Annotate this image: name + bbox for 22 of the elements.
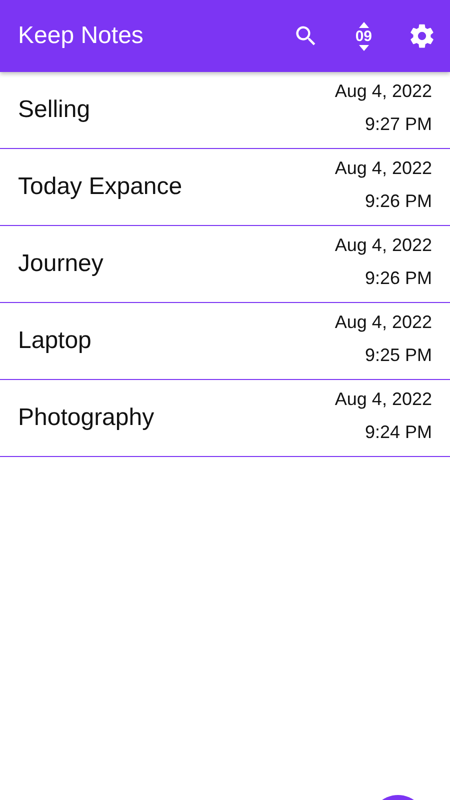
note-time: 9:26 PM [364, 268, 432, 289]
note-date: Aug 4, 2022 [334, 81, 432, 102]
note-item[interactable]: Laptop Aug 4, 2022 9:25 PM [0, 303, 450, 380]
note-item[interactable]: Photography Aug 4, 2022 9:24 PM [0, 380, 450, 457]
note-title: Laptop [18, 327, 92, 355]
note-time: 9:24 PM [364, 422, 432, 443]
note-title: Journey [18, 250, 104, 278]
note-title: Photography [18, 404, 154, 432]
note-date: Aug 4, 2022 [334, 312, 432, 333]
note-title: Selling [18, 96, 90, 124]
note-time: 9:26 PM [364, 191, 432, 212]
note-date: Aug 4, 2022 [334, 235, 432, 256]
note-time: 9:25 PM [364, 345, 432, 366]
note-item[interactable]: Selling Aug 4, 2022 9:27 PM [0, 72, 450, 149]
note-date: Aug 4, 2022 [334, 158, 432, 179]
note-item[interactable]: Today Expance Aug 4, 2022 9:26 PM [0, 149, 450, 226]
note-date: Aug 4, 2022 [334, 389, 432, 410]
app-title: Keep Notes [18, 22, 144, 50]
note-title: Today Expance [18, 173, 182, 201]
note-time: 9:27 PM [364, 114, 432, 135]
note-item[interactable]: Journey Aug 4, 2022 9:26 PM [0, 226, 450, 303]
settings-icon[interactable] [408, 22, 436, 50]
